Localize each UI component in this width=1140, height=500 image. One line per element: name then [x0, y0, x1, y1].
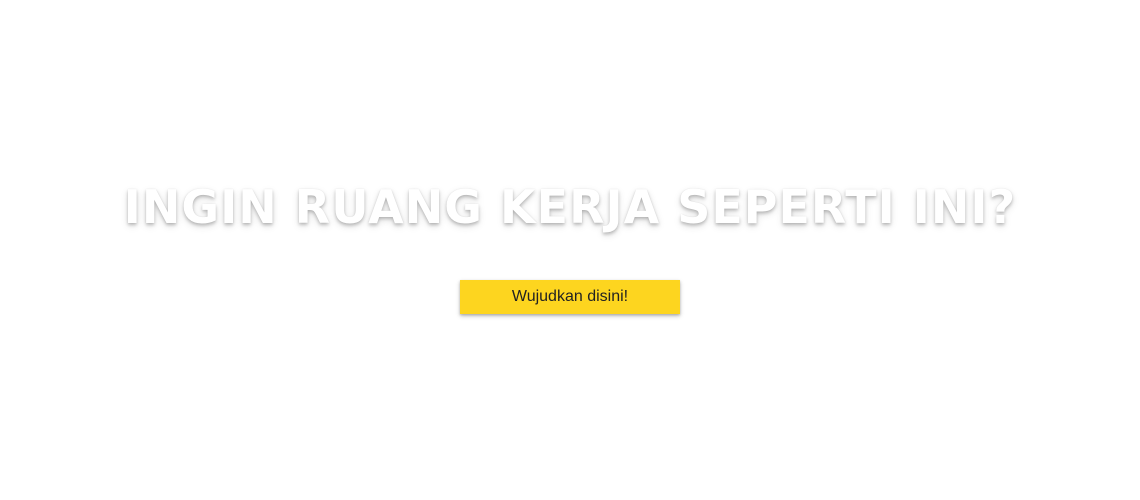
cta-button[interactable]: Wujudkan disini!: [460, 280, 680, 314]
hero-title: INGIN RUANG KERJA SEPERTI INI?: [123, 180, 1017, 234]
hero-section: INGIN RUANG KERJA SEPERTI INI? Wujudkan …: [0, 0, 1140, 500]
